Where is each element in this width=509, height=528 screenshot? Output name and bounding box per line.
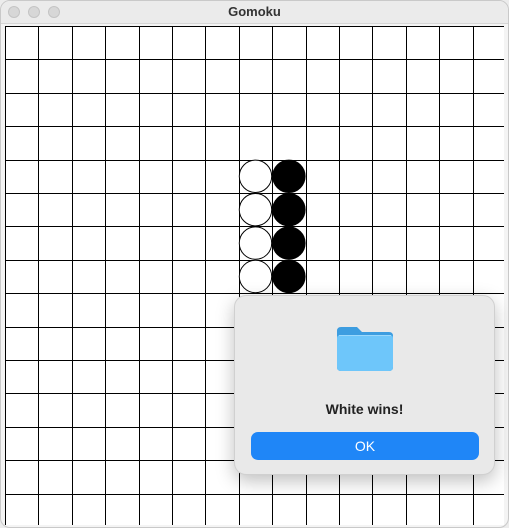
black-stone bbox=[272, 259, 306, 294]
black-stone bbox=[272, 193, 306, 227]
ok-button[interactable]: OK bbox=[251, 432, 479, 460]
white-stone bbox=[238, 193, 273, 227]
black-stone bbox=[272, 226, 306, 260]
app-window: Gomoku White wins! OK bbox=[0, 0, 509, 528]
window-title: Gomoku bbox=[228, 4, 281, 19]
white-stone bbox=[238, 259, 273, 294]
alert-dialog: White wins! OK bbox=[234, 295, 495, 475]
folder-icon bbox=[337, 327, 393, 371]
dialog-message: White wins! bbox=[325, 401, 404, 417]
title-bar: Gomoku bbox=[1, 1, 508, 24]
white-stone bbox=[238, 226, 273, 260]
black-stone bbox=[272, 159, 306, 194]
white-stone bbox=[238, 159, 273, 194]
